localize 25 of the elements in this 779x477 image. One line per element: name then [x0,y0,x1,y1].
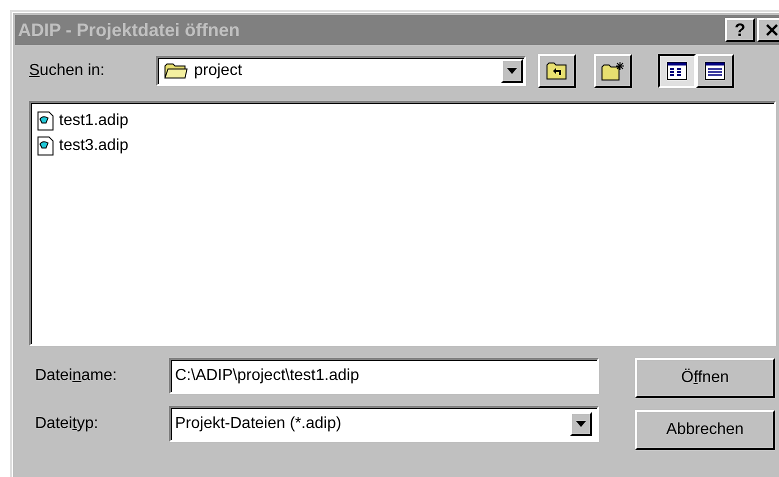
file-name-field[interactable]: C:\ADIP\project\test1.adip [169,358,599,394]
file-item[interactable]: test3.adip [37,133,768,158]
up-folder-button[interactable] [538,54,576,88]
details-view-button[interactable] [696,54,734,88]
document-icon [37,110,55,130]
window-title: ADIP - Projektdatei öffnen [18,20,241,40]
folder-up-arrow-icon [546,62,568,80]
file-name-label: Dateiname: [35,367,118,385]
close-button[interactable] [757,18,779,42]
cancel-button[interactable]: Abbrechen [635,410,775,450]
new-folder-button[interactable] [594,54,632,88]
file-item[interactable]: test1.adip [37,108,768,133]
help-button[interactable]: ? [725,18,755,42]
look-in-dropdown[interactable]: project [156,56,526,86]
details-view-icon [705,62,725,80]
look-in-label: Suchen in: [29,62,106,80]
list-view-button[interactable] [658,54,696,88]
list-view-icon [667,62,687,80]
close-icon [765,24,779,36]
file-type-dropdown[interactable]: Projekt-Dateien (*.adip) [169,406,599,442]
folder-icon [164,62,188,80]
open-button[interactable]: Öffnen [635,358,775,398]
file-type-label: Dateityp: [35,415,100,433]
document-icon [37,136,55,156]
folder-sparkle-icon [601,61,625,81]
